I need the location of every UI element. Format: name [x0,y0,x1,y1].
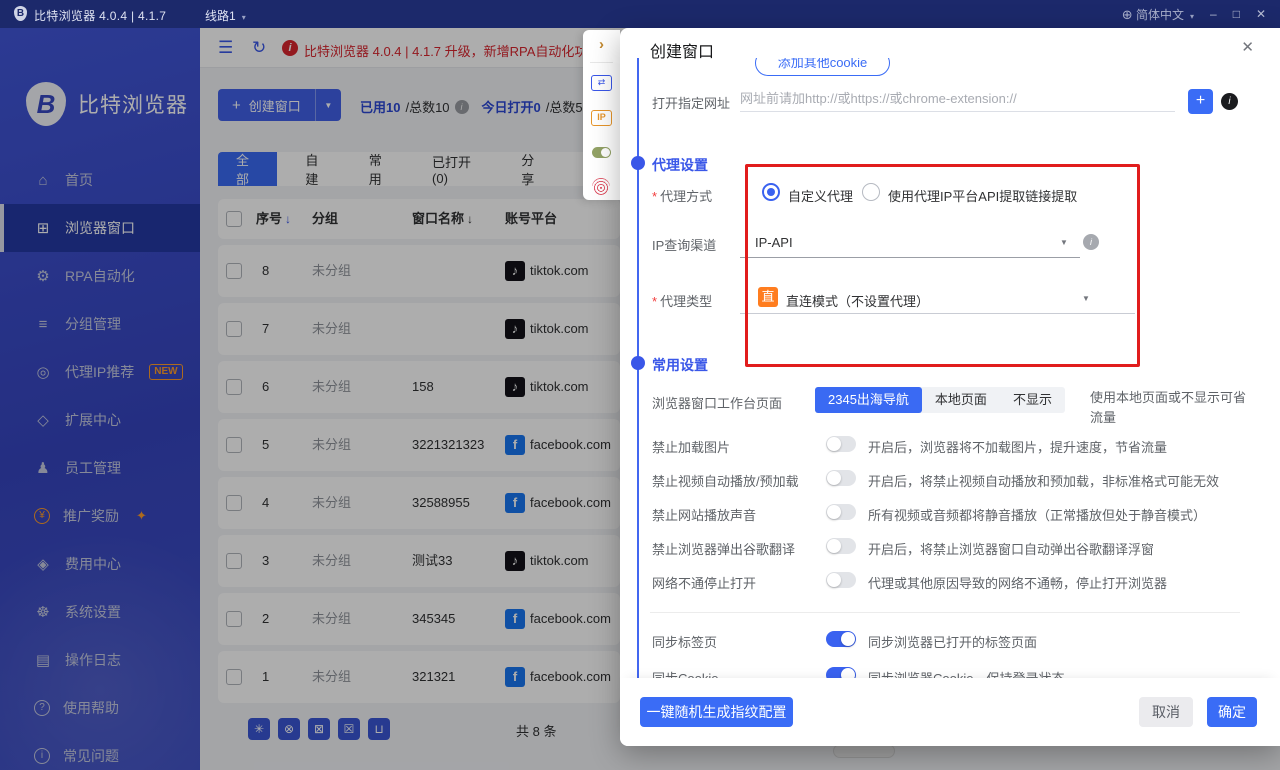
workspace-option-local[interactable]: 本地页面 [922,387,1000,413]
chevron-down-icon[interactable]: ▼ [1060,238,1068,247]
mute-site-toggle[interactable] [826,504,856,520]
api-proxy-radio[interactable] [862,183,880,201]
fingerprint-icon[interactable] [592,178,610,196]
minimize-button[interactable]: – [1210,7,1217,21]
close-window-button[interactable]: ✕ [1256,7,1266,21]
direct-mode-badge: 直 [758,287,778,307]
block-video-label: 禁止视频自动播放/预加载 [652,471,799,490]
globe-icon: ⊕ [1122,7,1133,22]
sync-tabs-label: 同步标签页 [652,632,717,651]
titlebar: B 比特浏览器 4.0.4 | 4.1.7 线路1▾ ⊕ 简体中文▾ – □ ✕ [0,0,1280,28]
sync-cookie-desc: 同步浏览器Cookie，保持登录状态 [868,668,1064,678]
block-images-toggle[interactable] [826,436,856,452]
proxy-section-title: 代理设置 [652,155,708,175]
close-dialog-icon[interactable]: ✕ [1241,38,1254,56]
sync-cookie-label: 同步Cookie [652,668,718,678]
sync-cookie-toggle[interactable] [826,667,856,678]
common-section-title: 常用设置 [652,355,708,375]
dialog-body: 添加其他cookie 打开指定网址 网址前请加http://或https://或… [620,58,1280,678]
block-video-toggle[interactable] [826,470,856,486]
mute-site-label: 禁止网站播放声音 [652,505,756,524]
sync-tabs-toggle[interactable] [826,631,856,647]
block-video-desc: 开启后，将禁止视频自动播放和预加载，非标准格式可能无效 [868,471,1219,490]
mute-site-desc: 所有视频或音频都将静音播放（正常播放但处于静音模式） [868,505,1206,524]
window-sync-icon[interactable]: ⇄ [591,75,612,91]
stop-on-network-fail-desc: 代理或其他原因导致的网络不通畅，停止打开浏览器 [868,573,1167,592]
workspace-option-nav[interactable]: 2345出海导航 [815,387,922,413]
divider [650,612,1240,613]
section-dot [631,156,645,170]
info-icon[interactable]: i [1083,234,1099,250]
workspace-segmented-control: 2345出海导航 本地页面 不显示 [815,387,1065,413]
block-translate-label: 禁止浏览器弹出谷歌翻译 [652,539,795,558]
section-dot [631,356,645,370]
quick-access-bar: › ⇄ IP [583,30,620,200]
language-selector[interactable]: ⊕ 简体中文▾ [1122,6,1194,23]
ip-channel-label: IP查询渠道 [652,235,716,254]
app-title: 比特浏览器 4.0.4 | 4.1.7 [34,7,166,24]
select-underline [740,257,1080,258]
custom-proxy-radio[interactable] [762,183,780,201]
confirm-button[interactable]: 确定 [1207,697,1257,727]
proxy-method-label: *代理方式 [652,186,712,205]
open-url-input[interactable]: 网址前请加http://或https://或chrome-extension:/… [740,86,1175,112]
workspace-label: 浏览器窗口工作台页面 [652,393,782,412]
chevron-down-icon: ▾ [242,13,246,22]
block-translate-toggle[interactable] [826,538,856,554]
block-images-label: 禁止加载图片 [652,437,730,456]
toggle-icon[interactable] [592,147,611,158]
create-window-dialog: 创建窗口 ✕ 添加其他cookie 打开指定网址 网址前请加http://或ht… [620,28,1280,746]
line-selector[interactable]: 线路1▾ [205,7,246,24]
stop-on-network-fail-label: 网络不通停止打开 [652,573,756,592]
api-proxy-label[interactable]: 使用代理IP平台API提取链接提取 [888,186,1077,205]
stop-on-network-fail-toggle[interactable] [826,572,856,588]
add-cookie-button[interactable]: 添加其他cookie [755,58,890,76]
block-translate-desc: 开启后，将禁止浏览器窗口自动弹出谷歌翻译浮窗 [868,539,1154,558]
proxy-type-select[interactable]: 直连模式（不设置代理） [786,291,929,310]
divider [590,62,613,63]
expand-panel-button[interactable]: › [583,36,620,53]
generate-fingerprint-button[interactable]: 一键随机生成指纹配置 [640,697,793,727]
block-images-desc: 开启后，浏览器将不加载图片，提升速度，节省流量 [868,437,1167,456]
select-underline [740,313,1135,314]
open-url-label: 打开指定网址 [652,93,730,112]
app-logo-icon: B [14,6,27,21]
add-url-button[interactable]: + [1188,89,1213,114]
sync-tabs-desc: 同步浏览器已打开的标签页面 [868,632,1037,651]
dialog-footer: 一键随机生成指纹配置 取消 确定 [620,678,1280,746]
ip-icon[interactable]: IP [591,110,612,126]
cancel-button[interactable]: 取消 [1139,697,1193,727]
maximize-button[interactable]: □ [1233,7,1240,21]
workspace-option-none[interactable]: 不显示 [1000,387,1065,413]
proxy-type-label: *代理类型 [652,291,712,310]
ip-channel-select[interactable]: IP-API [755,235,793,250]
info-icon[interactable]: i [1221,93,1238,110]
workspace-note: 使用本地页面或不显示可省流量 [1090,388,1255,428]
custom-proxy-label[interactable]: 自定义代理 [788,186,853,205]
app-window: B 比特浏览器 4.0.4 | 4.1.7 线路1▾ ⊕ 简体中文▾ – □ ✕… [0,0,1280,770]
chevron-down-icon[interactable]: ▼ [1082,294,1090,303]
chevron-down-icon: ▾ [1190,12,1194,21]
